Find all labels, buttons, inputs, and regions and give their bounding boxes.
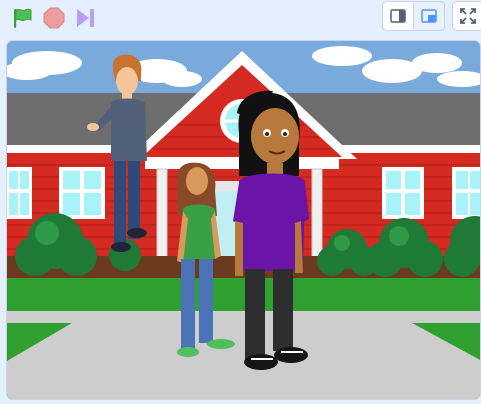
normal-stage-button[interactable] — [413, 1, 445, 31]
stage-header — [0, 0, 481, 36]
stop-button[interactable] — [40, 4, 68, 32]
green-flag-icon — [14, 8, 32, 28]
school-backdrop — [7, 41, 480, 399]
green-flag-button[interactable] — [8, 4, 36, 32]
small-stage-icon — [390, 9, 406, 23]
stage-canvas[interactable] — [6, 40, 481, 400]
small-stage-button[interactable] — [382, 1, 414, 31]
turbo-button[interactable] — [72, 4, 100, 32]
fullscreen-icon — [460, 8, 476, 24]
fullscreen-button[interactable] — [452, 1, 481, 31]
normal-stage-icon — [421, 9, 437, 23]
stop-icon — [43, 7, 65, 29]
turbo-icon — [77, 9, 94, 27]
